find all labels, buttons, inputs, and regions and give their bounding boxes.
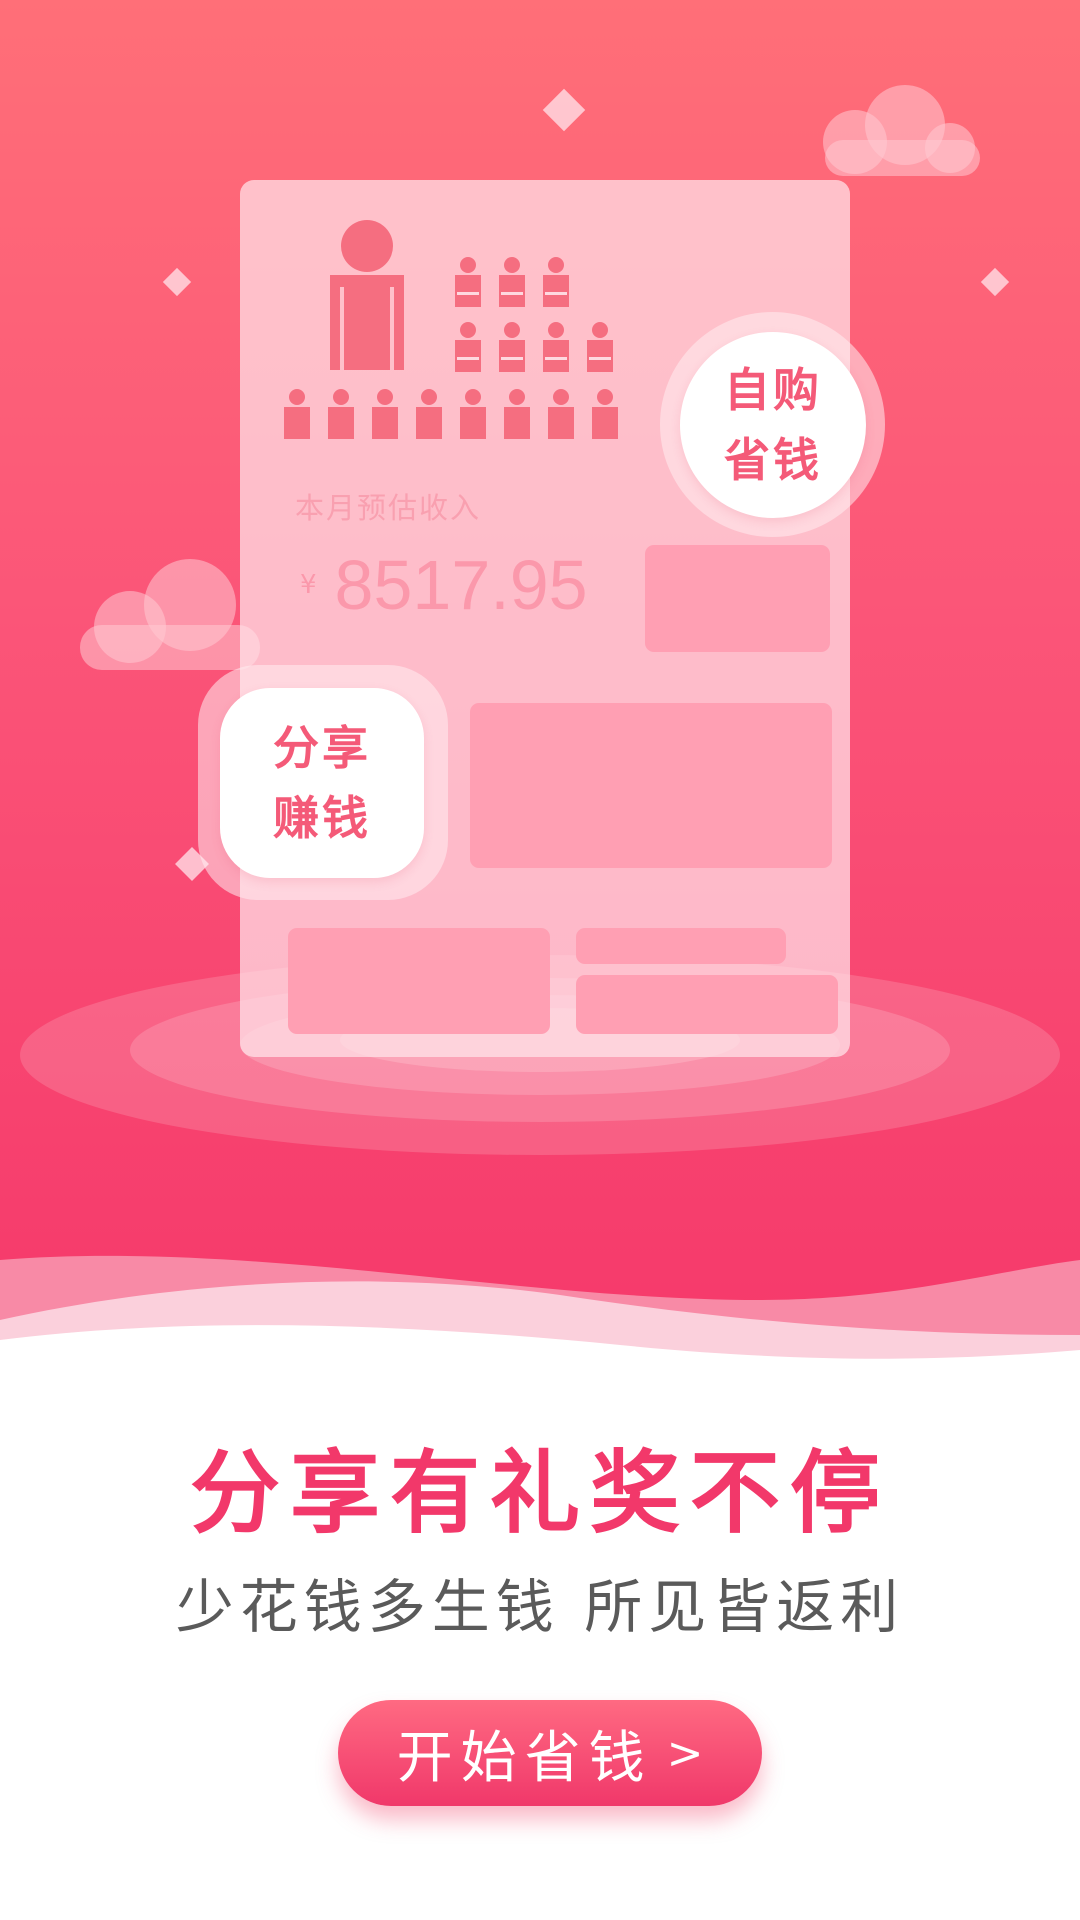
badge-line: 自购 [724,363,822,417]
start-saving-label: 开始省钱 [396,1725,653,1791]
placeholder-block [576,975,838,1034]
badge-line: 省钱 [724,433,822,487]
income-amount: ¥8517.95 [300,545,588,625]
subline: 少花钱多生钱 所见皆返利 [175,1573,905,1641]
currency-symbol: ¥ [300,570,317,600]
placeholder-block [576,928,786,964]
badge-line: 分享 [273,721,371,775]
placeholder-block [288,928,550,1034]
screen: 本月预估收入 ¥8517.95 自购 省钱 分享 赚钱 分享有礼奖不停 少花钱多… [0,0,1080,1920]
hero-banner: 本月预估收入 ¥8517.95 自购 省钱 分享 赚钱 [0,0,1080,1380]
badge-line: 赚钱 [273,791,371,845]
headline: 分享有礼奖不停 [190,1441,890,1546]
income-value: 8517.95 [334,546,588,624]
start-saving-button[interactable]: 开始省钱 > [338,1700,762,1806]
placeholder-block [645,545,830,652]
chevron-right-icon: > [666,1727,704,1779]
self-buy-badge: 自购 省钱 [680,332,866,518]
wave-divider [0,1255,1080,1380]
income-label: 本月预估收入 [295,491,482,525]
share-earn-badge: 分享 赚钱 [220,688,424,878]
income-card: 本月预估收入 ¥8517.95 [240,180,850,1057]
placeholder-block [470,703,832,868]
people-group-icon [284,220,618,439]
cloud-icon [823,85,980,176]
